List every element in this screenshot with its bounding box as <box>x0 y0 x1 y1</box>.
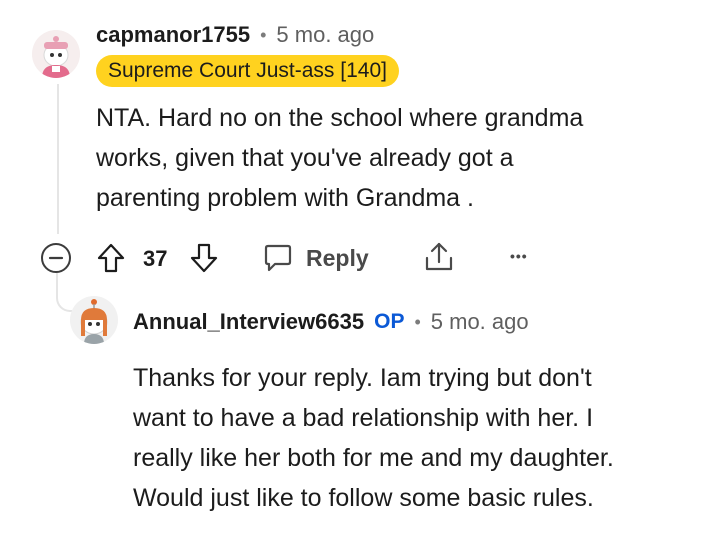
downvote-button[interactable] <box>189 242 219 274</box>
upvote-button[interactable] <box>96 242 126 274</box>
comment-body-line: works, given that you've already got a <box>96 144 514 172</box>
comment-body: NTA. Hard no on the school where grandma… <box>96 98 696 218</box>
reply-icon <box>264 244 292 272</box>
reply-button[interactable]: Reply <box>262 242 369 274</box>
reply-body-line: Thanks for your reply. Iam trying but do… <box>133 364 592 392</box>
downvote-icon <box>190 243 218 273</box>
op-badge: OP <box>374 310 405 333</box>
reply-username[interactable]: Annual_Interview6635 <box>133 309 364 335</box>
more-options-button[interactable]: ••• <box>510 248 528 264</box>
more-icon: ••• <box>510 248 528 264</box>
comment-body-line: parenting problem with Grandma . <box>96 184 474 212</box>
comment-timestamp: 5 mo. ago <box>276 22 375 47</box>
share-button[interactable] <box>422 240 456 274</box>
share-icon <box>425 242 453 271</box>
collapse-icon <box>41 243 71 273</box>
user-flair: Supreme Court Just-ass [140] <box>96 55 399 87</box>
reply-button-label: Reply <box>306 244 369 271</box>
separator-dot: • <box>260 24 267 45</box>
reply-body: Thanks for your reply. Iam trying but do… <box>133 358 713 518</box>
reply-body-line: want to have a bad relationship with her… <box>133 404 594 432</box>
reply-body-line: really like her both for me and my daugh… <box>133 444 614 472</box>
separator-dot: • <box>414 311 421 332</box>
comment-body-line: NTA. Hard no on the school where grandma <box>96 104 584 132</box>
avatar[interactable] <box>32 30 80 78</box>
comment-username[interactable]: capmanor1755 <box>96 22 250 48</box>
reply-timestamp: 5 mo. ago <box>430 309 529 334</box>
collapse-button[interactable] <box>40 242 72 274</box>
thread-line[interactable] <box>57 84 59 234</box>
vote-count: 37 <box>143 246 168 271</box>
reply-body-line: Would just like to follow some basic rul… <box>133 484 594 512</box>
reply-avatar[interactable] <box>70 296 118 344</box>
upvote-icon <box>97 243 125 273</box>
